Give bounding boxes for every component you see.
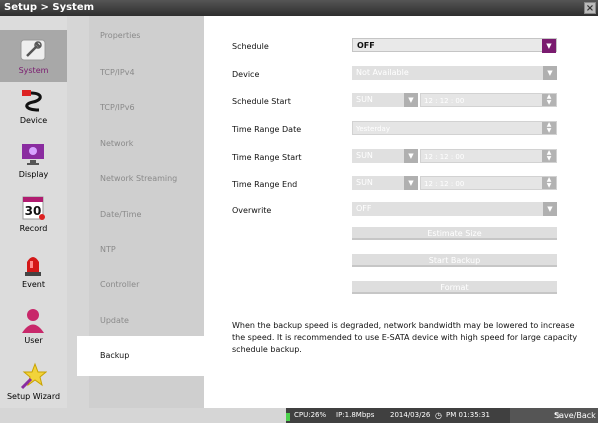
sidebar-item-label: Record xyxy=(19,224,48,233)
title-bar: Setup > System × xyxy=(0,0,598,16)
status-bar: CPU:26% IP:1.8Mbps 2014/03/26 ◷ PM 01:35… xyxy=(0,408,598,423)
time-range-date-spinner[interactable]: Yesterday ▲ ▼ xyxy=(352,121,557,135)
sidebar-item-label: Display xyxy=(18,170,49,179)
sidebar-item-event[interactable]: Event xyxy=(0,244,67,296)
sidebar-item-record[interactable]: 30 Record xyxy=(0,188,67,240)
cpu-usage: CPU:26% xyxy=(294,411,327,419)
schedule-start-label: Schedule Start xyxy=(232,97,291,106)
sidebar-item-device[interactable]: Device xyxy=(0,80,67,132)
spinner-arrows-icon[interactable]: ▲ ▼ xyxy=(542,122,556,134)
estimate-size-button[interactable]: Estimate Size xyxy=(352,227,557,240)
cpu-indicator xyxy=(286,413,290,421)
overwrite-value: OFF xyxy=(356,204,372,213)
chevron-down-icon: ▼ xyxy=(543,66,557,80)
schedule-start-time-spinner[interactable]: 12 : 12 : 00 ▲ ▼ xyxy=(420,93,557,107)
main-sidebar: System Device Display 30 Record Event Us… xyxy=(0,16,67,408)
time-range-start-time-spinner[interactable]: 12 : 12 : 00 ▲ ▼ xyxy=(420,149,557,163)
network-usage: IP:1.8Mbps xyxy=(336,411,375,419)
calendar-date-text: 30 xyxy=(25,204,42,218)
spinner-arrows-icon[interactable]: ▲ ▼ xyxy=(542,177,556,189)
spinner-arrows-icon[interactable]: ▲ ▼ xyxy=(542,94,556,106)
sidebar-item-label: Event xyxy=(22,280,45,289)
time-range-start-day: SUN xyxy=(356,151,373,160)
schedule-label: Schedule xyxy=(232,42,269,51)
sidebar-item-label: System xyxy=(18,66,49,75)
submenu-item-network-streaming[interactable]: Network Streaming xyxy=(89,159,204,199)
cable-icon xyxy=(22,90,42,112)
close-icon: × xyxy=(585,3,595,14)
submenu-item-tcp-ipv6[interactable]: TCP/IPv6 xyxy=(89,88,204,128)
sidebar-item-label: Device xyxy=(19,116,48,125)
clock-icon: ◷ xyxy=(435,411,442,420)
time-range-start-time: 12 : 12 : 00 xyxy=(424,153,465,161)
backup-settings-panel: Schedule OFF ▼ Device Not Available ▼ Sc… xyxy=(204,16,598,408)
submenu-item-properties[interactable]: Properties xyxy=(89,16,204,56)
time-range-date-label: Time Range Date xyxy=(232,125,302,134)
submenu: Properties TCP/IPv4 TCP/IPv6 Network Net… xyxy=(77,16,204,408)
device-value: Not Available xyxy=(356,68,409,77)
time-range-date-value: Yesterday xyxy=(356,125,390,133)
sidebar-item-display[interactable]: Display xyxy=(0,134,67,186)
backup-description: When the backup speed is degraded, netwo… xyxy=(232,321,578,354)
sidebar-item-label: Setup Wizard xyxy=(6,392,61,401)
alarm-light-icon xyxy=(25,257,41,276)
spinner-arrows-icon[interactable]: ▲ ▼ xyxy=(542,150,556,162)
save-back-button[interactable]: ⮌ Save/Back xyxy=(510,408,598,423)
user-icon xyxy=(22,309,44,333)
overwrite-label: Overwrite xyxy=(232,206,272,215)
sidebar-item-system[interactable]: System xyxy=(0,30,67,82)
current-date: 2014/03/26 xyxy=(390,411,431,419)
current-time: PM 01:35:31 xyxy=(446,411,490,419)
submenu-item-ntp[interactable]: NTP xyxy=(89,230,204,270)
time-range-end-label: Time Range End xyxy=(232,180,298,189)
save-back-label: Save/Back xyxy=(554,411,596,420)
chevron-down-icon: ▼ xyxy=(542,39,556,53)
time-range-start-label: Time Range Start xyxy=(232,153,302,162)
time-range-end-day: SUN xyxy=(356,178,373,187)
submenu-item-update[interactable]: Update xyxy=(89,301,204,341)
submenu-item-controller[interactable]: Controller xyxy=(89,265,204,305)
schedule-start-time: 12 : 12 : 00 xyxy=(424,97,465,105)
submenu-item-network[interactable]: Network xyxy=(89,124,204,164)
breadcrumb: Setup > System xyxy=(4,2,95,13)
star-wand-icon xyxy=(20,362,47,390)
chevron-down-icon: ▼ xyxy=(404,93,418,107)
calendar-icon: 30 xyxy=(22,196,45,220)
wrench-icon xyxy=(20,39,46,61)
overwrite-select[interactable]: OFF ▼ xyxy=(352,202,557,216)
submenu-item-backup[interactable]: Backup xyxy=(77,336,204,376)
close-button[interactable]: × xyxy=(584,2,596,14)
schedule-value: OFF xyxy=(357,41,375,50)
sidebar-item-label: User xyxy=(24,336,43,345)
submenu-item-tcp-ipv4[interactable]: TCP/IPv4 xyxy=(89,53,204,93)
chevron-down-icon: ▼ xyxy=(404,176,418,190)
monitor-icon xyxy=(22,144,44,165)
status-info: CPU:26% IP:1.8Mbps 2014/03/26 ◷ PM 01:35… xyxy=(286,408,598,423)
time-range-start-day-select[interactable]: SUN ▼ xyxy=(352,149,418,163)
start-backup-button[interactable]: Start Backup xyxy=(352,254,557,267)
device-label: Device xyxy=(232,70,260,79)
time-range-end-day-select[interactable]: SUN ▼ xyxy=(352,176,418,190)
schedule-start-day: SUN xyxy=(356,95,373,104)
time-range-end-time: 12 : 12 : 00 xyxy=(424,180,465,188)
chevron-down-icon: ▼ xyxy=(404,149,418,163)
schedule-select[interactable]: OFF ▼ xyxy=(352,38,557,53)
device-select[interactable]: Not Available ▼ xyxy=(352,66,557,80)
schedule-start-day-select[interactable]: SUN ▼ xyxy=(352,93,418,107)
sidebar-item-user[interactable]: User xyxy=(0,300,67,352)
time-range-end-time-spinner[interactable]: 12 : 12 : 00 ▲ ▼ xyxy=(420,176,557,190)
format-button[interactable]: Format xyxy=(352,281,557,294)
sidebar-item-setup-wizard[interactable]: Setup Wizard xyxy=(0,356,67,408)
chevron-down-icon: ▼ xyxy=(543,202,557,216)
submenu-item-date-time[interactable]: Date/Time xyxy=(89,195,204,235)
